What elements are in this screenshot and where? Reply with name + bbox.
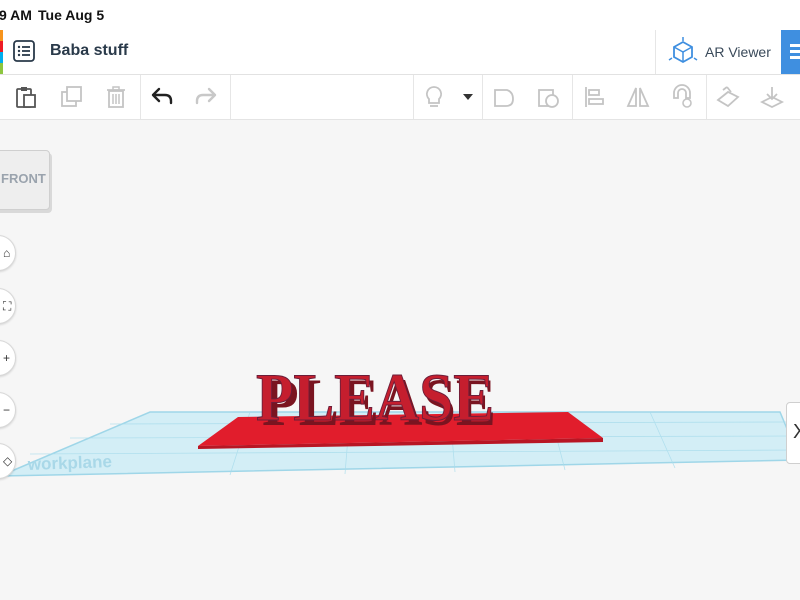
- hole-shape-icon: [538, 89, 559, 108]
- design-title[interactable]: Baba stuff: [50, 42, 128, 60]
- mirror-icon: [626, 87, 650, 107]
- title-bar: Baba stuff AR Viewer: [0, 30, 800, 75]
- grid-icon: [790, 44, 800, 60]
- workplane-scene: workplane PLEASE PLEASE: [0, 359, 800, 477]
- duplicate-button[interactable]: [56, 81, 88, 113]
- cube-icon: ◇: [3, 454, 13, 468]
- toolbar-divider: [230, 75, 231, 119]
- status-bar: 9 AM Tue Aug 5: [0, 0, 800, 30]
- toolbar-divider: [706, 75, 707, 119]
- workplane-label: workplane: [26, 452, 112, 474]
- caret-down-icon: [463, 94, 473, 100]
- align-button[interactable]: [578, 81, 610, 113]
- status-date: Tue Aug 5: [38, 7, 105, 23]
- design-list-icon[interactable]: [13, 40, 35, 62]
- view-cube[interactable]: FRONT: [0, 150, 50, 210]
- import-icon: [716, 86, 740, 108]
- undo-button[interactable]: [146, 81, 178, 113]
- import-button[interactable]: [712, 81, 744, 113]
- minus-icon: −: [3, 403, 11, 417]
- redo-arrow-icon: [195, 87, 217, 105]
- grid-view-button[interactable]: [781, 30, 800, 74]
- export-button[interactable]: [756, 81, 788, 113]
- ar-cube-icon: [668, 36, 698, 68]
- hole-shape-button[interactable]: [532, 81, 564, 113]
- ar-viewer-button[interactable]: AR Viewer: [655, 30, 782, 74]
- brand-color-strip: [0, 30, 3, 74]
- solid-shape-button[interactable]: [488, 81, 520, 113]
- redo-button[interactable]: [190, 81, 222, 113]
- note-button[interactable]: [418, 81, 450, 113]
- mirror-button[interactable]: [622, 81, 654, 113]
- fit-icon: ⛶: [3, 299, 12, 313]
- trash-icon: [107, 86, 125, 108]
- panel-toggle-label: X: [793, 421, 800, 443]
- undo-arrow-icon: [151, 87, 173, 105]
- delete-button[interactable]: [100, 81, 132, 113]
- shape-outline-icon: [494, 89, 514, 107]
- plus-icon: +: [3, 351, 11, 365]
- toolbar-divider: [413, 75, 414, 119]
- shape-panel-toggle[interactable]: X: [786, 402, 800, 464]
- align-left-icon: [585, 87, 604, 107]
- ar-viewer-label: AR Viewer: [705, 44, 771, 60]
- lightbulb-icon: [426, 86, 442, 107]
- download-icon: [759, 87, 785, 109]
- workplane-viewport[interactable]: workplane PLEASE PLEASE FRONT ⌂ ⛶ + − ◇ …: [0, 120, 800, 600]
- note-dropdown-button[interactable]: [452, 81, 484, 113]
- home-icon: ⌂: [3, 246, 11, 260]
- duplicate-icon: [61, 86, 82, 107]
- toolbar-divider: [572, 75, 573, 119]
- magnet-icon: [673, 84, 692, 108]
- toolbar: [0, 75, 800, 120]
- copy-button[interactable]: [10, 81, 42, 113]
- toolbar-divider: [482, 75, 483, 119]
- toolbar-divider: [140, 75, 141, 119]
- group-button[interactable]: [666, 81, 698, 113]
- clipboard-icon: [16, 87, 36, 108]
- model-text: PLEASE: [256, 359, 494, 435]
- status-time: 9 AM: [0, 7, 32, 23]
- view-cube-face-label: FRONT: [1, 171, 46, 186]
